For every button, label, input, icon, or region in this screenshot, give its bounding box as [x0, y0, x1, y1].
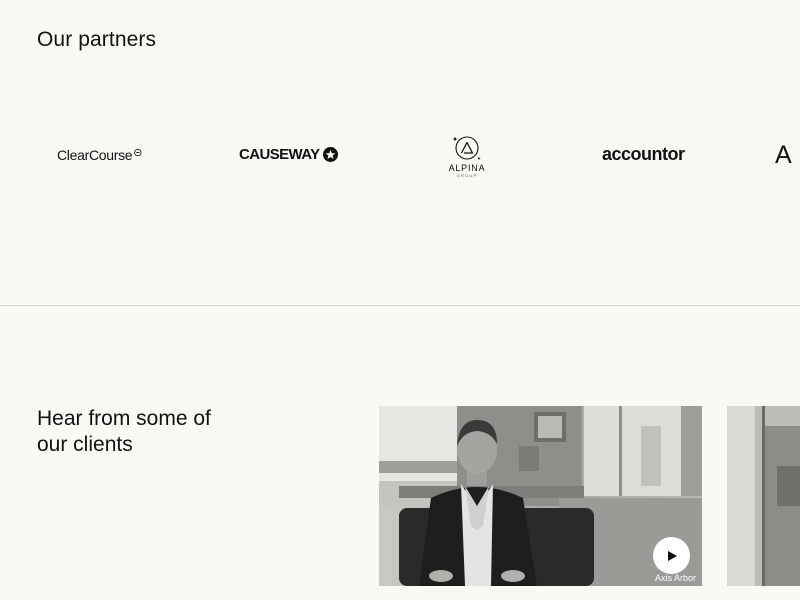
alpina-logo: ALPINA GROUP: [443, 133, 491, 178]
partners-heading: Our partners: [37, 28, 157, 51]
client-video-card-2[interactable]: [727, 406, 800, 586]
causeway-star-icon: [322, 147, 338, 162]
video-caption: Axis Arbor: [654, 573, 696, 583]
clearcourse-wordmark: ClearCourse: [57, 147, 133, 163]
accountor-logo: accountor: [602, 144, 685, 164]
alpina-subtext: GROUP: [456, 173, 478, 178]
alpina-wordmark: ALPINA: [448, 163, 486, 173]
play-icon: [667, 550, 677, 561]
clearcourse-mark-icon: ⊝: [133, 147, 143, 159]
play-button[interactable]: [653, 537, 690, 574]
client-video-card[interactable]: Axis Arbor: [379, 406, 702, 586]
clearcourse-logo: ClearCourse⊝: [57, 146, 143, 163]
clients-heading: Hear from some of our clients: [37, 407, 211, 456]
video-thumbnail-2: [727, 406, 800, 586]
section-divider: [0, 305, 800, 306]
partner-logo-cutoff: A I: [775, 141, 800, 169]
causeway-wordmark: CAUSEWAY: [239, 146, 320, 163]
causeway-logo: CAUSEWAY: [239, 146, 338, 163]
alpina-emblem-icon: [452, 136, 481, 160]
